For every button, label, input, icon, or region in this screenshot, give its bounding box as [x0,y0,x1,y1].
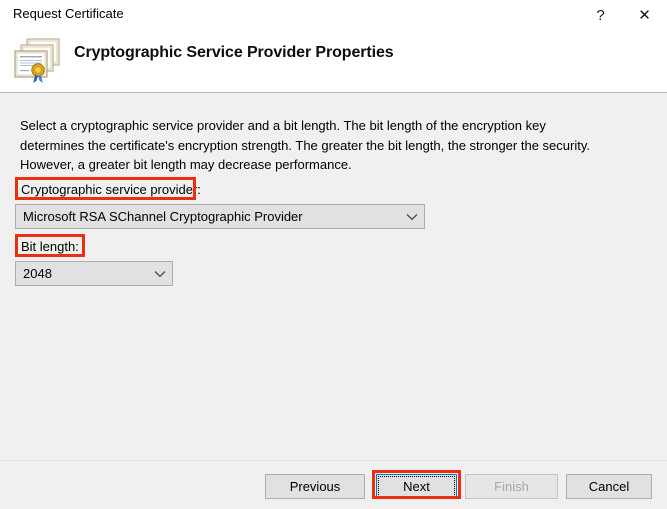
bit-length-dropdown[interactable]: 2048 [15,261,173,286]
dialog-header: Cryptographic Service Provider Propertie… [0,30,667,93]
window-title: Request Certificate [13,6,124,21]
next-button-label: Next [403,479,430,494]
instruction-text: Select a cryptographic service provider … [20,116,595,175]
help-button[interactable]: ? [578,0,623,30]
chevron-down-icon [148,270,172,278]
title-bar: Request Certificate ? ✕ [0,0,667,30]
next-button[interactable]: Next [376,474,457,499]
bit-length-label: Bit length: [21,239,79,254]
csp-dropdown-value: Microsoft RSA SChannel Cryptographic Pro… [16,209,400,224]
csp-label: Cryptographic service provider: [21,182,201,197]
bit-length-dropdown-value: 2048 [16,266,148,281]
cancel-button[interactable]: Cancel [566,474,652,499]
request-certificate-dialog: Request Certificate ? ✕ [0,0,667,508]
question-mark-icon: ? [596,8,604,23]
previous-button-label: Previous [290,479,341,494]
certificate-stack-icon [11,34,65,86]
page-title: Cryptographic Service Provider Propertie… [74,44,394,62]
previous-button[interactable]: Previous [265,474,365,499]
chevron-down-icon [400,213,424,221]
finish-button-label: Finish [494,479,529,494]
csp-dropdown[interactable]: Microsoft RSA SChannel Cryptographic Pro… [15,204,425,229]
finish-button: Finish [465,474,558,499]
cancel-button-label: Cancel [589,479,629,494]
close-icon: ✕ [638,8,651,23]
close-button[interactable]: ✕ [622,0,667,30]
